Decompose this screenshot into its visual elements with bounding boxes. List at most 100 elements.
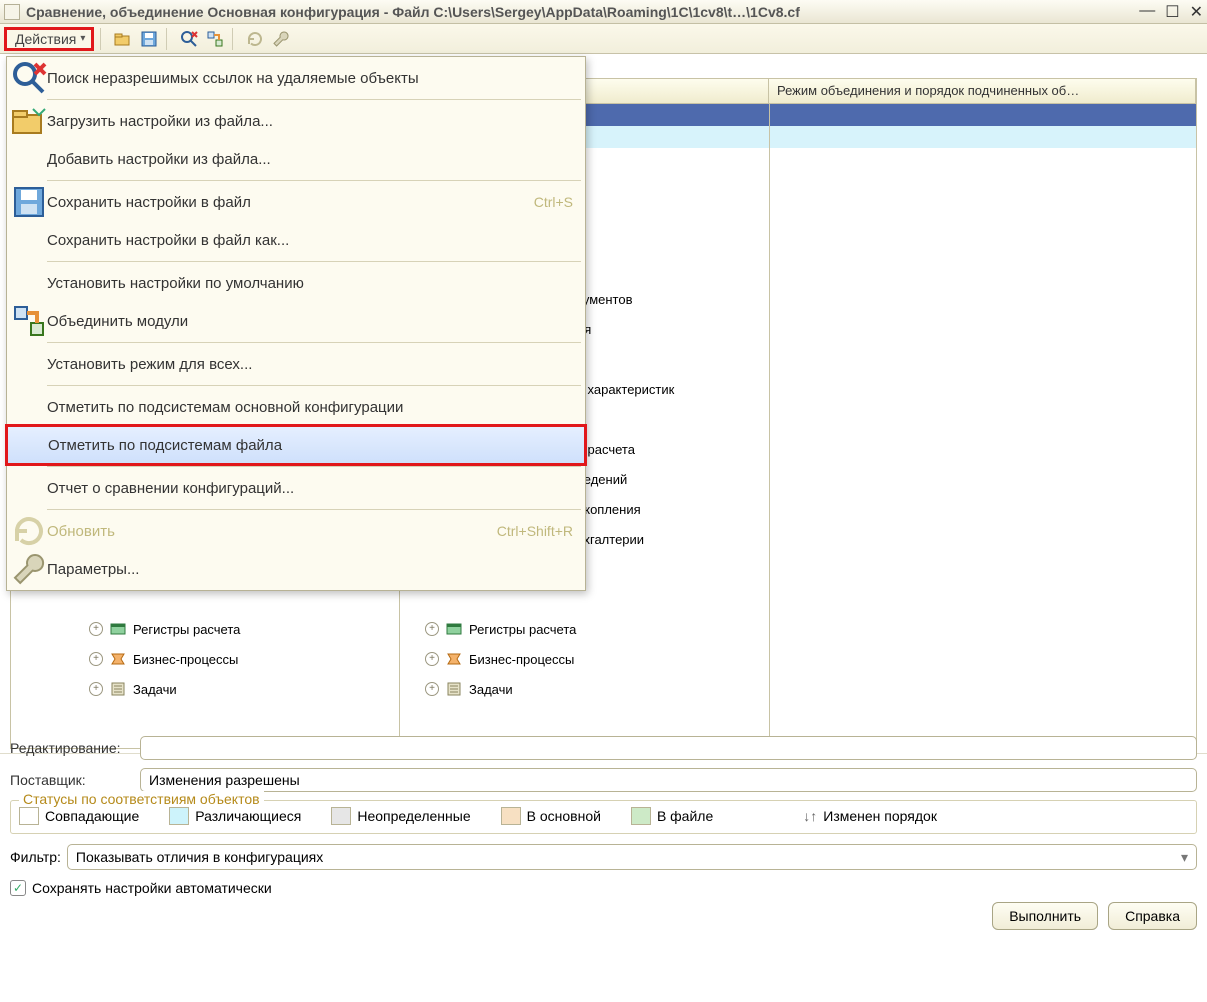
menu-save-settings-as[interactable]: Сохранить настройки в файл как... [7,221,585,259]
menu-label: Сохранить настройки в файл [47,194,534,211]
bottom-panel: Редактирование: Поставщик: Изменения раз… [10,736,1197,994]
legend-match: Совпадающие [19,807,139,825]
filter-select[interactable]: Показывать отличия в конфигурациях ▾ [67,844,1197,870]
supplier-field[interactable]: Изменения разрешены [140,768,1197,792]
menu-mark-by-file-subsystems[interactable]: Отметить по подсистемам файла [7,426,585,464]
edit-row: Редактирование: [10,736,1197,760]
menu-separator [47,342,581,343]
menu-label: Сохранить настройки в файл как... [47,232,573,249]
minimize-button[interactable]: — [1139,2,1155,22]
actions-label: Действия [15,31,76,47]
menu-label: Поиск неразрешимых ссылок на удаляемые о… [47,70,573,87]
merge-modules-icon[interactable] [204,28,226,50]
titlebar: Сравнение, объединение Основная конфигур… [0,0,1207,24]
menu-merge-modules[interactable]: Объединить модули [7,302,585,340]
legend-label: Совпадающие [45,808,139,824]
menu-separator [47,466,581,467]
refresh-icon [11,513,47,549]
menu-label: Добавить настройки из файла... [47,151,573,168]
legend-diff: Различающиеся [169,807,301,825]
edit-field[interactable] [140,736,1197,760]
menu-separator [47,509,581,510]
expander-icon[interactable]: + [89,652,103,666]
menu-save-settings[interactable]: Сохранить настройки в файл Ctrl+S [7,183,585,221]
menu-refresh[interactable]: Обновить Ctrl+Shift+R [7,512,585,550]
tree-label: Регистры расчета [133,622,240,637]
tree-item[interactable]: + Задачи [425,674,725,704]
window-buttons: — ☐ ✕ [1139,2,1203,22]
expander-icon[interactable]: + [89,622,103,636]
tree-text: акопления [577,502,641,517]
help-button[interactable]: Справка [1108,902,1197,930]
file-tree-fragment: и кументов ия в характеристик в в расчет… [577,254,674,554]
menu-add-settings[interactable]: Добавить настройки из файла... [7,140,585,178]
updown-icon: ↓↑ [803,808,817,824]
toolbar: Действия ▾ [0,24,1207,54]
tree-label: Бизнес-процессы [469,652,574,667]
swatch-main [501,807,521,825]
register-icon [445,620,463,638]
swatch-file [631,807,651,825]
tree-item[interactable]: + Регистры расчета [425,614,725,644]
open-folder-icon[interactable] [112,28,134,50]
main-tree-visible: + Регистры расчета + Бизнес-процессы + З… [89,614,389,704]
expander-icon[interactable]: + [425,682,439,696]
merge-modules-icon [11,303,47,339]
menu-mark-by-main-subsystems[interactable]: Отметить по подсистемам основной конфигу… [7,388,585,426]
wrench-icon[interactable] [270,28,292,50]
menu-set-mode-all[interactable]: Установить режим для всех... [7,345,585,383]
legend-label: В основной [527,808,601,824]
legend-label: Различающиеся [195,808,301,824]
menu-load-settings[interactable]: Загрузить настройки из файла... [7,102,585,140]
tree-item[interactable]: + Бизнес-процессы [425,644,725,674]
expander-icon[interactable]: + [425,622,439,636]
legend-label: Изменен порядок [823,808,937,824]
actions-button[interactable]: Действия ▾ [4,27,94,51]
tree-item[interactable]: + Регистры расчета [89,614,389,644]
menu-label: Обновить [47,523,497,540]
run-button[interactable]: Выполнить [992,902,1098,930]
filter-label: Фильтр: [10,849,61,865]
menu-separator [47,180,581,181]
close-button[interactable]: ✕ [1190,2,1203,22]
search-remove-icon[interactable] [178,28,200,50]
help-label: Справка [1125,908,1180,924]
legend-main: В основной [501,807,601,825]
wrench-icon [11,551,47,587]
refresh-icon[interactable] [244,28,266,50]
filter-row: Фильтр: Показывать отличия в конфигураци… [10,844,1197,870]
autosave-row[interactable]: ✓ Сохранять настройки автоматически [10,880,1197,896]
tree-item[interactable]: + Бизнес-процессы [89,644,389,674]
chevron-down-icon: ▾ [1181,849,1188,866]
menu-separator [47,385,581,386]
column-header-merge[interactable]: Режим объединения и порядок подчиненных … [769,79,1196,103]
tree-item[interactable]: + Задачи [89,674,389,704]
legend-label: Неопределенные [357,808,470,824]
menu-compare-report[interactable]: Отчет о сравнении конфигураций... [7,469,585,507]
tree-label: Регистры расчета [469,622,576,637]
autosave-checkbox[interactable]: ✓ [10,880,26,896]
column-header-merge-label: Режим объединения и порядок подчиненных … [777,83,1079,98]
legend-row: Совпадающие Различающиеся Неопределенные… [19,807,1188,825]
legend-label: В файле [657,808,713,824]
save-icon[interactable] [138,28,160,50]
search-remove-icon [11,60,47,96]
window-icon [4,4,20,20]
menu-default-settings[interactable]: Установить настройки по умолчанию [7,264,585,302]
menu-label: Загрузить настройки из файла... [47,113,573,130]
expander-icon[interactable]: + [89,682,103,696]
swatch-diff [169,807,189,825]
tree-label: Задачи [133,682,177,697]
legend-order-changed: ↓↑ Изменен порядок [803,808,937,824]
supplier-value: Изменения разрешены [149,772,300,788]
maximize-button[interactable]: ☐ [1165,2,1179,22]
menu-params[interactable]: Параметры... [7,550,585,588]
chevron-down-icon: ▾ [80,33,85,44]
expander-icon[interactable]: + [425,652,439,666]
menu-find-unresolved[interactable]: Поиск неразрешимых ссылок на удаляемые о… [7,59,585,97]
menu-label: Отметить по подсистемам файла [48,437,572,454]
process-icon [109,650,127,668]
statuses-group: Статусы по соответствиям объектов Совпад… [10,800,1197,834]
menu-shortcut: Ctrl+Shift+R [497,523,573,539]
column-divider [769,104,770,748]
